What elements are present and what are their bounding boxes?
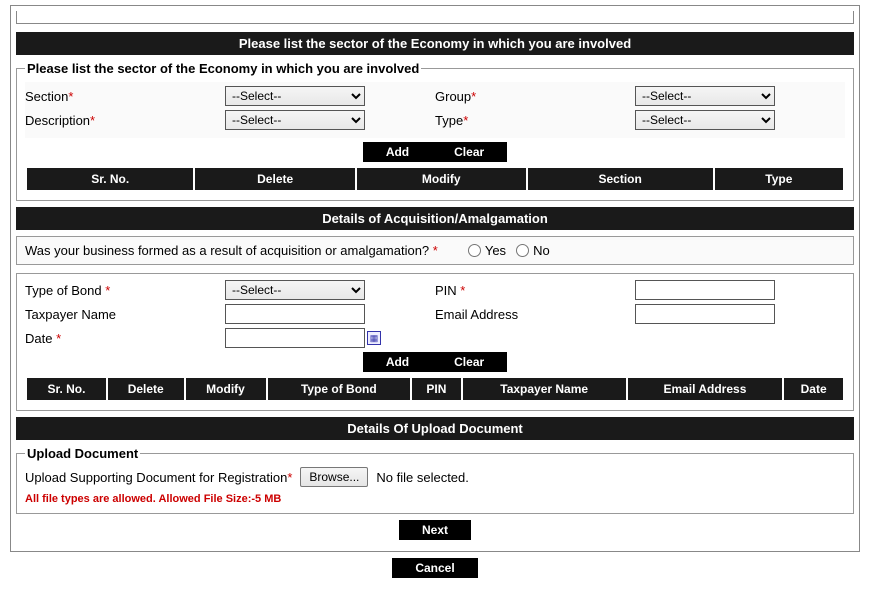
economy-section-header: Please list the sector of the Economy in… bbox=[16, 32, 854, 55]
economy-legend: Please list the sector of the Economy in… bbox=[25, 61, 421, 76]
taxpayer-input[interactable] bbox=[225, 304, 365, 324]
economy-add-button[interactable]: Add bbox=[363, 142, 432, 162]
acquisition-section-header: Details of Acquisition/Amalgamation bbox=[16, 207, 854, 230]
bond-label: Type of Bond * bbox=[25, 283, 225, 298]
economy-col-delete: Delete bbox=[194, 167, 355, 191]
acquisition-no-radio[interactable] bbox=[516, 244, 529, 257]
section-label: Section* bbox=[25, 89, 225, 104]
browse-button[interactable]: Browse... bbox=[300, 467, 368, 487]
acq-col-delete: Delete bbox=[107, 377, 185, 401]
no-file-text: No file selected. bbox=[376, 470, 469, 485]
economy-col-section: Section bbox=[527, 167, 714, 191]
acquisition-add-button[interactable]: Add bbox=[363, 352, 432, 372]
acq-col-taxpayer: Taxpayer Name bbox=[462, 377, 627, 401]
economy-fieldset: Please list the sector of the Economy in… bbox=[16, 61, 854, 201]
next-button[interactable]: Next bbox=[399, 520, 471, 540]
acquisition-yes-label: Yes bbox=[485, 243, 506, 258]
type-label: Type* bbox=[435, 113, 635, 128]
acq-col-modify: Modify bbox=[185, 377, 267, 401]
date-input[interactable] bbox=[225, 328, 365, 348]
economy-col-type: Type bbox=[714, 167, 844, 191]
acq-col-bond: Type of Bond bbox=[267, 377, 412, 401]
group-label: Group* bbox=[435, 89, 635, 104]
email-input[interactable] bbox=[635, 304, 775, 324]
bond-select[interactable]: --Select-- bbox=[225, 280, 365, 300]
economy-col-modify: Modify bbox=[356, 167, 527, 191]
type-select[interactable]: --Select-- bbox=[635, 110, 775, 130]
acquisition-clear-button[interactable]: Clear bbox=[431, 352, 507, 372]
group-select[interactable]: --Select-- bbox=[635, 86, 775, 106]
acquisition-question: Was your business formed as a result of … bbox=[25, 243, 433, 258]
pin-input[interactable] bbox=[635, 280, 775, 300]
bank-refund-partial bbox=[16, 11, 854, 24]
economy-col-srno: Sr. No. bbox=[26, 167, 194, 191]
upload-note: All file types are allowed. Allowed File… bbox=[25, 493, 845, 505]
description-label: Description* bbox=[25, 113, 225, 128]
calendar-icon[interactable]: ▦ bbox=[367, 331, 381, 345]
acq-col-srno: Sr. No. bbox=[26, 377, 107, 401]
upload-section-header: Details Of Upload Document bbox=[16, 417, 854, 440]
acquisition-question-row: Was your business formed as a result of … bbox=[16, 236, 854, 265]
upload-legend: Upload Document bbox=[25, 446, 140, 461]
acquisition-yes-radio[interactable] bbox=[468, 244, 481, 257]
economy-clear-button[interactable]: Clear bbox=[431, 142, 507, 162]
pin-label: PIN * bbox=[435, 283, 635, 298]
acq-col-pin: PIN bbox=[411, 377, 462, 401]
acquisition-no-label: No bbox=[533, 243, 550, 258]
acq-col-email: Email Address bbox=[627, 377, 784, 401]
acquisition-fieldset: Type of Bond * --Select-- PIN * Taxpayer… bbox=[16, 273, 854, 411]
description-select[interactable]: --Select-- bbox=[225, 110, 365, 130]
date-label: Date * bbox=[25, 331, 225, 346]
acquisition-table: Sr. No. Delete Modify Type of Bond PIN T… bbox=[25, 376, 845, 402]
upload-fieldset: Upload Document Upload Supporting Docume… bbox=[16, 446, 854, 514]
taxpayer-label: Taxpayer Name bbox=[25, 307, 225, 322]
cancel-button[interactable]: Cancel bbox=[392, 558, 477, 578]
section-select[interactable]: --Select-- bbox=[225, 86, 365, 106]
acq-col-date: Date bbox=[783, 377, 844, 401]
email-label: Email Address bbox=[435, 307, 635, 322]
upload-label: Upload Supporting Document for Registrat… bbox=[25, 470, 292, 485]
economy-table: Sr. No. Delete Modify Section Type bbox=[25, 166, 845, 192]
